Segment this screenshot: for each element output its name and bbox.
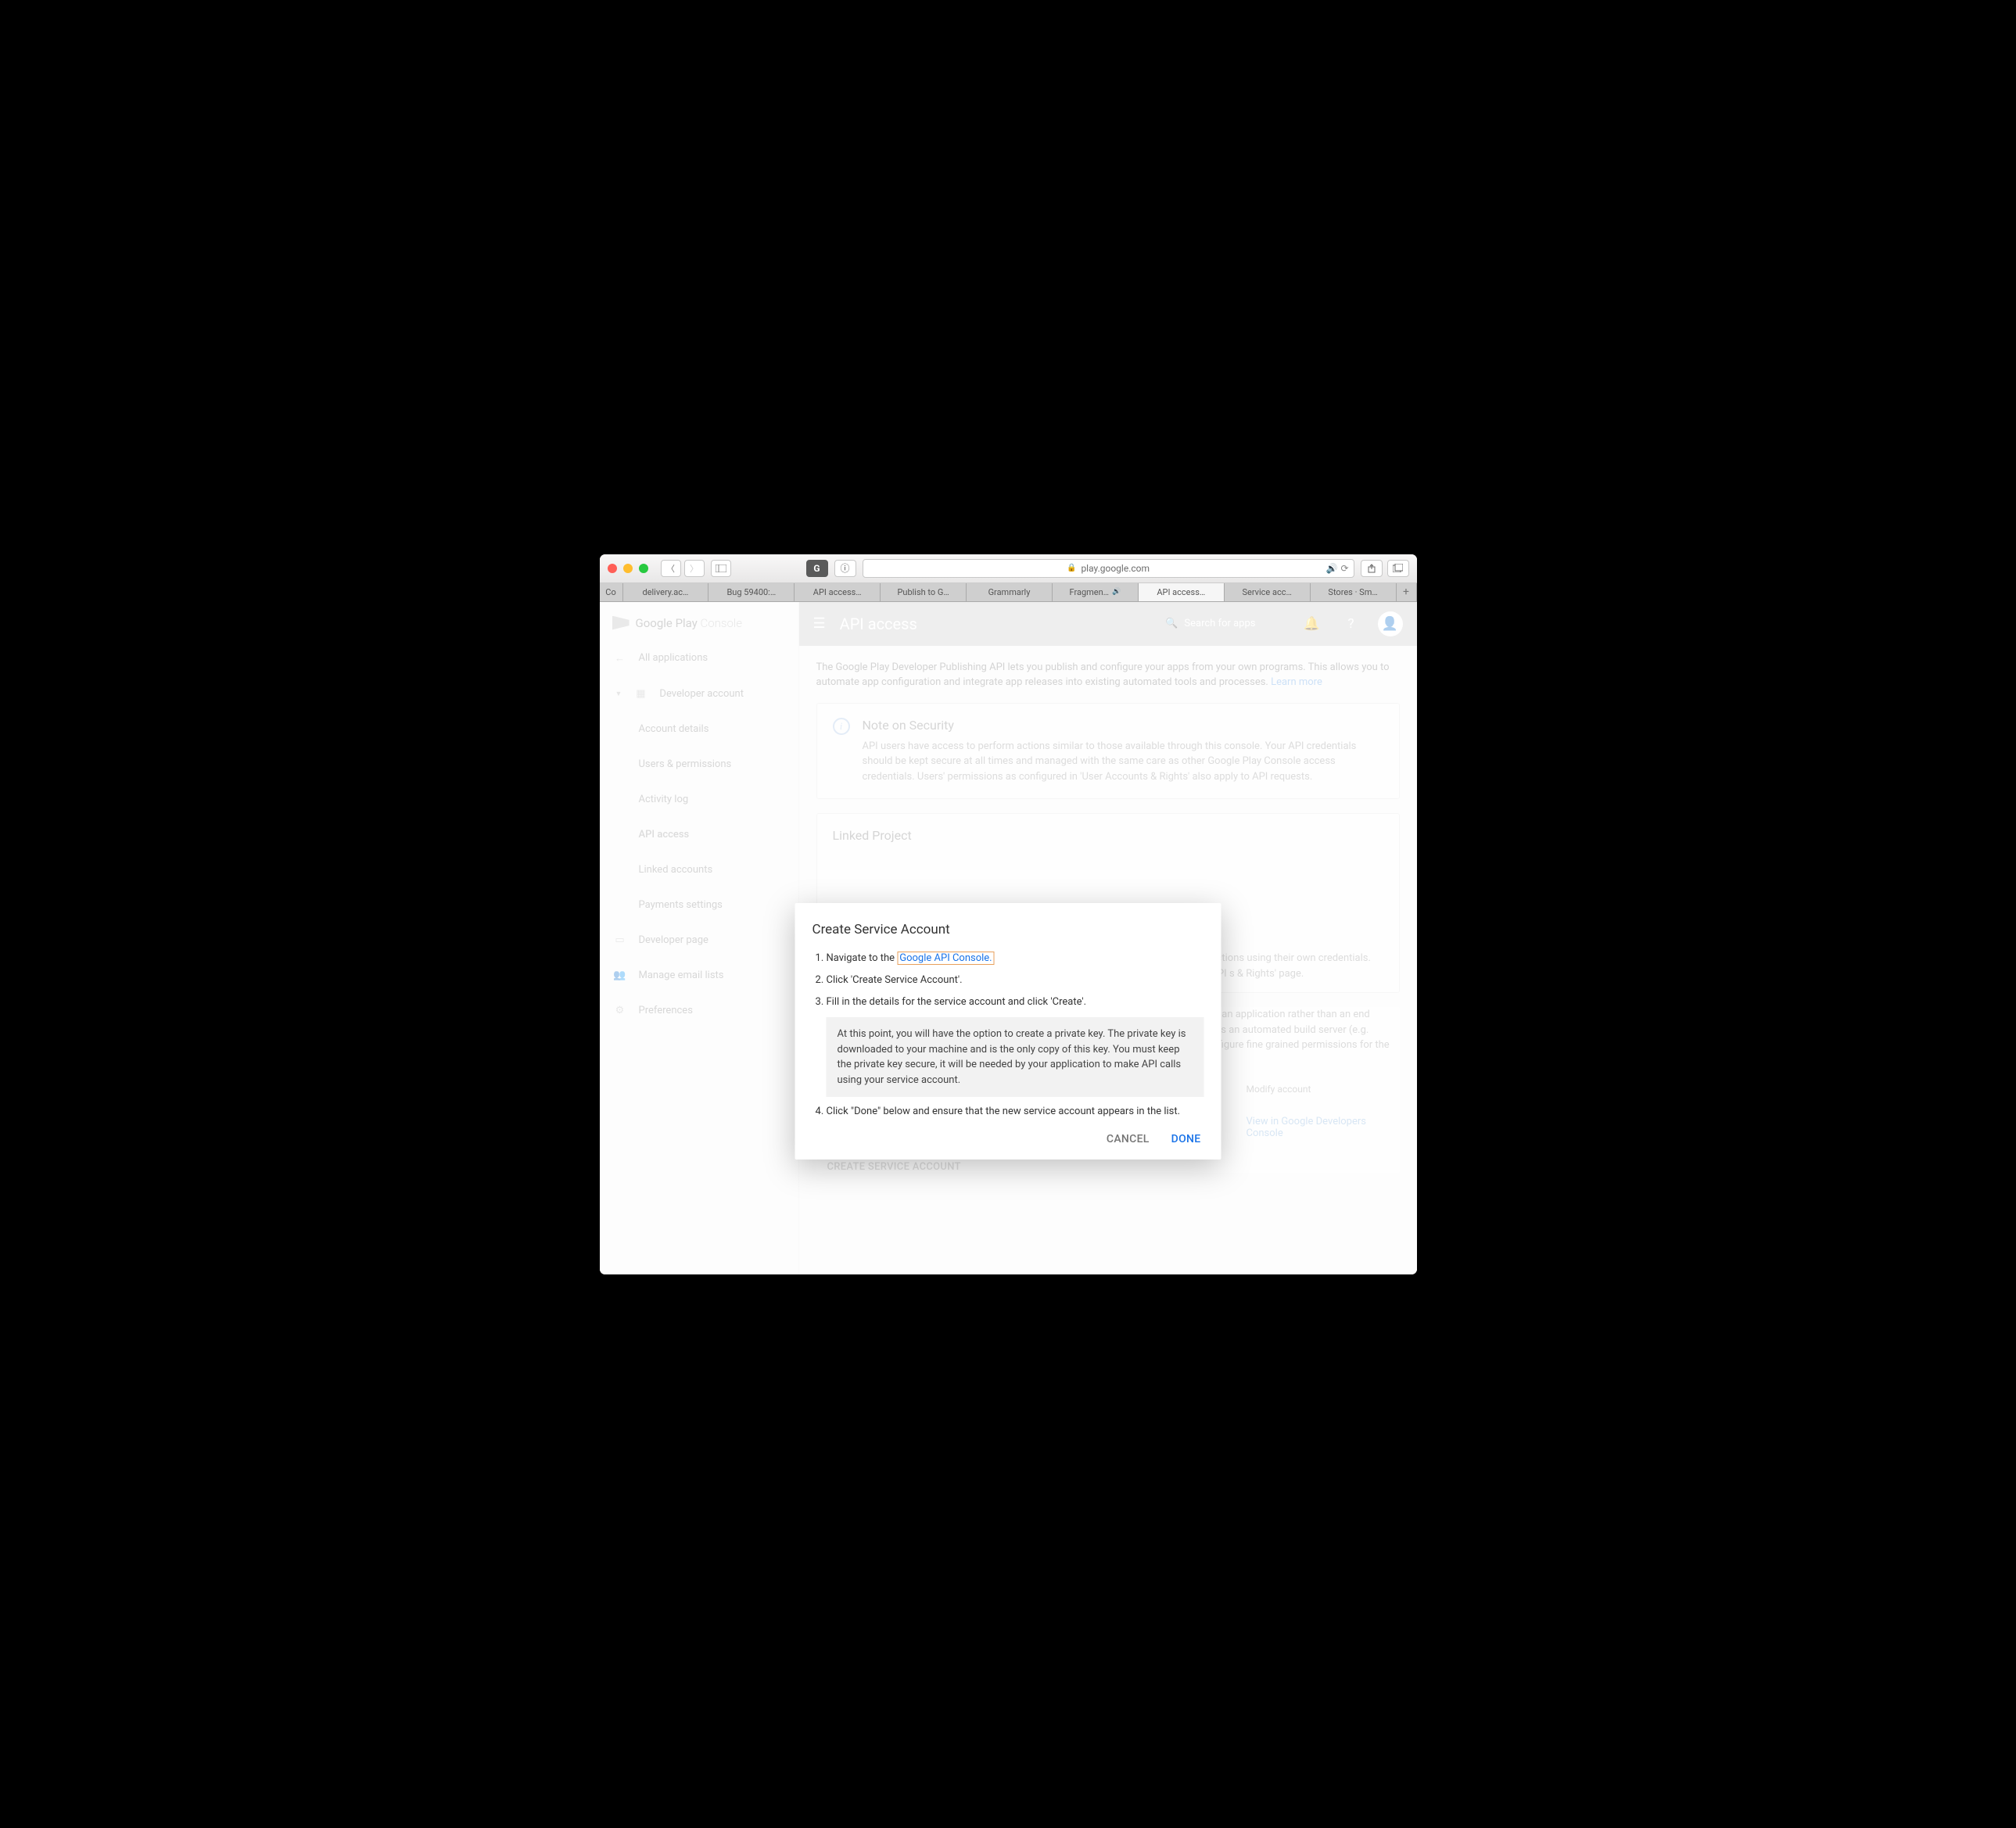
- tab-delivery[interactable]: delivery.ac…: [623, 583, 709, 601]
- step-1: Navigate to the Google API Console.: [827, 952, 1204, 966]
- tab-api-active[interactable]: API access…: [1139, 583, 1225, 601]
- info-icon[interactable]: ⓘ: [834, 560, 856, 577]
- tab-bar: Co delivery.ac… Bug 59400:… API access… …: [600, 583, 1417, 602]
- maximize-window-button[interactable]: [639, 564, 648, 573]
- close-window-button[interactable]: [608, 564, 617, 573]
- sound-icon: 🔊: [1112, 588, 1121, 596]
- tab-bug[interactable]: Bug 59400:…: [708, 583, 795, 601]
- tab-grammarly[interactable]: Grammarly: [967, 583, 1053, 601]
- grammarly-extension-icon[interactable]: G: [806, 560, 828, 577]
- tab-pinned[interactable]: Co: [600, 583, 623, 601]
- sound-indicator-icon[interactable]: 🔊: [1325, 563, 1337, 574]
- forward-button[interactable]: 〉: [684, 560, 705, 577]
- minimize-window-button[interactable]: [623, 564, 633, 573]
- tab-fragmen[interactable]: Fragmen…🔊: [1053, 583, 1139, 601]
- sidebar-toggle-button[interactable]: [711, 560, 731, 577]
- browser-window: 〈 〉 G ⓘ 🔒 play.google.com 🔊 ⟳ Co: [600, 554, 1417, 1274]
- step-3: Fill in the details for the service acco…: [827, 995, 1204, 1009]
- tab-stores[interactable]: Stores · Sm…: [1311, 583, 1397, 601]
- url-host: play.google.com: [1081, 563, 1150, 574]
- create-service-account-dialog: Create Service Account Navigate to the G…: [795, 903, 1221, 1160]
- traffic-lights: [608, 564, 648, 573]
- lock-icon: 🔒: [1067, 564, 1076, 572]
- cancel-button[interactable]: CANCEL: [1107, 1133, 1150, 1145]
- step-2: Click 'Create Service Account'.: [827, 973, 1204, 987]
- tab-publish[interactable]: Publish to G…: [881, 583, 967, 601]
- share-button[interactable]: [1361, 560, 1383, 577]
- tab-api-1[interactable]: API access…: [795, 583, 881, 601]
- done-button[interactable]: DONE: [1171, 1133, 1201, 1145]
- dialog-title: Create Service Account: [812, 922, 1204, 937]
- tab-service[interactable]: Service acc…: [1225, 583, 1311, 601]
- private-key-info: At this point, you will have the option …: [827, 1017, 1204, 1097]
- page-content: Google Play Console ← All applications ▼…: [600, 602, 1417, 1274]
- browser-toolbar: 〈 〉 G ⓘ 🔒 play.google.com 🔊 ⟳: [600, 554, 1417, 583]
- address-bar[interactable]: 🔒 play.google.com 🔊 ⟳: [863, 559, 1354, 578]
- back-button[interactable]: 〈: [661, 560, 681, 577]
- step-4: Click "Done" below and ensure that the n…: [827, 1105, 1204, 1119]
- reload-button[interactable]: ⟳: [1340, 563, 1348, 574]
- new-tab-button[interactable]: +: [1397, 583, 1417, 601]
- google-api-console-link[interactable]: Google API Console.: [897, 952, 994, 965]
- tabs-overview-button[interactable]: [1387, 560, 1409, 577]
